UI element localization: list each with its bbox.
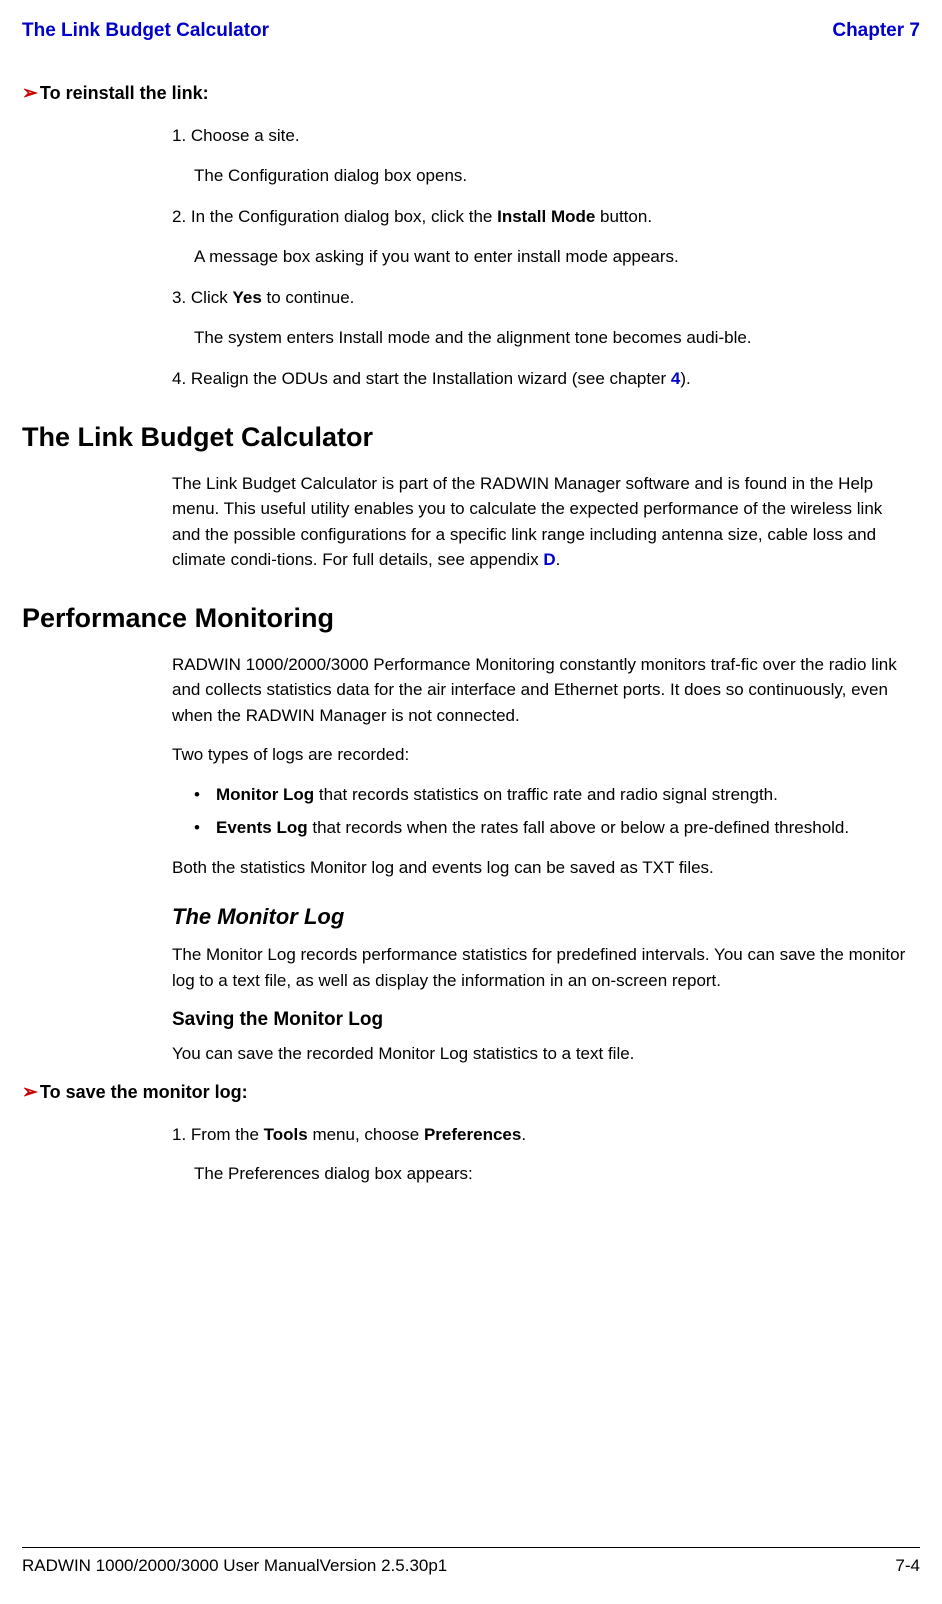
link-budget-paragraph: The Link Budget Calculator is part of th… <box>172 471 910 573</box>
save-step-1-result: The Preferences dialog box appears: <box>194 1161 910 1187</box>
footer-divider <box>22 1547 920 1548</box>
bullet-dot-icon: • <box>194 782 216 808</box>
heading-link-budget: The Link Budget Calculator <box>22 422 920 453</box>
bullet-1-rest: that records statistics on traffic rate … <box>314 785 778 804</box>
step-1: 1. Choose a site. <box>172 123 910 149</box>
monitor-log-paragraph: The Monitor Log records performance stat… <box>172 942 910 993</box>
bullet-events-log: • Events Log that records when the rates… <box>194 815 910 841</box>
saving-monitor-log-paragraph: You can save the recorded Monitor Log st… <box>172 1041 910 1067</box>
bullet-2-text: Events Log that records when the rates f… <box>216 815 849 841</box>
step-4-link[interactable]: 4 <box>671 369 680 388</box>
step-3-text-c: to continue. <box>262 288 355 307</box>
appendix-d-link[interactable]: D <box>543 550 555 569</box>
procedure-title-reinstall: ➢To reinstall the link: <box>22 82 920 105</box>
bullet-1-bold: Monitor Log <box>216 785 314 804</box>
procedure-arrow-icon: ➢ <box>22 83 38 104</box>
save-s1-c: menu, choose <box>308 1125 424 1144</box>
header-left: The Link Budget Calculator <box>22 20 269 42</box>
step-2: 2. In the Configuration dialog box, clic… <box>172 204 910 230</box>
step-2-text-a: 2. In the Configuration dialog box, clic… <box>172 207 497 226</box>
bullet-2-rest: that records when the rates fall above o… <box>308 818 850 837</box>
step-2-result: A message box asking if you want to ente… <box>194 244 910 270</box>
pm-paragraph-2: Two types of logs are recorded: <box>172 742 910 768</box>
step-1-result: The Configuration dialog box opens. <box>194 163 910 189</box>
bullet-2-bold: Events Log <box>216 818 308 837</box>
footer-page-number: 7-4 <box>895 1556 920 1576</box>
step-4-text-c: ). <box>680 369 690 388</box>
procedure-title-text: To reinstall the link: <box>40 83 209 103</box>
save-s1-b: Tools <box>264 1125 308 1144</box>
heading-performance-monitoring: Performance Monitoring <box>22 603 920 634</box>
step-3-text-a: 3. Click <box>172 288 232 307</box>
heading-monitor-log: The Monitor Log <box>172 904 910 930</box>
header-right: Chapter 7 <box>832 20 920 42</box>
log-bullets: • Monitor Log that records statistics on… <box>194 782 910 841</box>
procedure-title-text-2: To save the monitor log: <box>40 1082 248 1102</box>
bullet-monitor-log: • Monitor Log that records statistics on… <box>194 782 910 808</box>
procedure-arrow-icon: ➢ <box>22 1082 38 1103</box>
step-2-text-c: button. <box>595 207 652 226</box>
pm-paragraph-1: RADWIN 1000/2000/3000 Performance Monito… <box>172 652 910 729</box>
save-s1-d: Preferences <box>424 1125 521 1144</box>
step-4: 4. Realign the ODUs and start the Instal… <box>172 366 910 392</box>
step-3-bold: Yes <box>232 288 261 307</box>
step-3: 3. Click Yes to continue. <box>172 285 910 311</box>
procedure-title-save-log: ➢To save the monitor log: <box>22 1081 920 1104</box>
heading-saving-monitor-log: Saving the Monitor Log <box>172 1009 910 1031</box>
footer-left: RADWIN 1000/2000/3000 User ManualVersion… <box>22 1556 447 1576</box>
lb-text-c: . <box>556 550 561 569</box>
save-step-1: 1. From the Tools menu, choose Preferenc… <box>172 1122 910 1148</box>
page-footer: RADWIN 1000/2000/3000 User ManualVersion… <box>22 1547 920 1576</box>
bullet-dot-icon: • <box>194 815 216 841</box>
save-s1-e: . <box>521 1125 526 1144</box>
bullet-1-text: Monitor Log that records statistics on t… <box>216 782 778 808</box>
save-s1-a: 1. From the <box>172 1125 264 1144</box>
page-header: The Link Budget Calculator Chapter 7 <box>22 20 920 42</box>
pm-paragraph-3: Both the statistics Monitor log and even… <box>172 855 910 881</box>
step-4-text-a: 4. Realign the ODUs and start the Instal… <box>172 369 671 388</box>
step-2-bold: Install Mode <box>497 207 595 226</box>
step-3-result: The system enters Install mode and the a… <box>194 325 910 351</box>
lb-text-a: The Link Budget Calculator is part of th… <box>172 474 882 570</box>
